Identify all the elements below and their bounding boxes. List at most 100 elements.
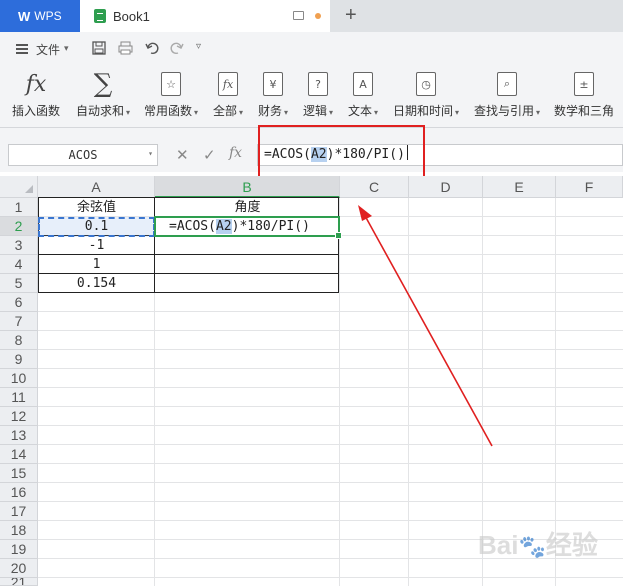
math-doc-icon: ± (574, 72, 594, 96)
chevron-down-icon[interactable]: ▾ (148, 149, 153, 158)
print-icon[interactable] (118, 41, 133, 55)
column-header-e[interactable]: E (483, 176, 556, 198)
gridline (408, 198, 409, 586)
spreadsheet-icon (94, 9, 106, 23)
name-box[interactable]: ACOS ▾ (8, 144, 158, 166)
formula-ribbon: fx 插入函数 ∑ 自动求和 ▾ ☆ 常用函数 ▾ fx 全部 ▾ ¥ 财务 ▾ ? 逻… (0, 64, 623, 128)
cell-b2-text: )*180/PI() (231, 219, 310, 234)
question-doc-icon: ? (308, 72, 329, 96)
date-time-button[interactable]: ◷ 日期和时间 ▾ (393, 70, 459, 119)
select-all-corner[interactable] (0, 176, 38, 198)
row-header-2[interactable]: 2 (0, 217, 38, 236)
row-header-21[interactable]: 21 (0, 578, 38, 586)
autosum-button[interactable]: ∑ 自动求和 ▾ (76, 69, 130, 119)
ribbon-label: 自动求和 (76, 104, 125, 118)
file-menu[interactable]: 文件 ▾ (16, 41, 69, 57)
save-icon[interactable] (92, 41, 106, 55)
column-header-b[interactable]: B (155, 176, 340, 198)
column-header-d[interactable]: D (409, 176, 483, 198)
gridline (38, 501, 623, 502)
star-doc-icon: ☆ (161, 72, 182, 96)
row-header-12[interactable]: 12 (0, 407, 38, 426)
gridline (38, 311, 623, 312)
clock-doc-icon: ◷ (416, 72, 437, 96)
ribbon-label: 查找与引用 (474, 104, 535, 118)
watermark-logo: Bai🐾经验 (478, 530, 598, 560)
gridline (38, 577, 623, 578)
lookup-reference-button[interactable]: ⌕ 查找与引用 ▾ (474, 70, 540, 119)
row-header-13[interactable]: 13 (0, 426, 38, 445)
row-header-18[interactable]: 18 (0, 521, 38, 540)
cell-b2[interactable]: =ACOS(A2)*180/PI() (157, 217, 337, 236)
row-header-17[interactable]: 17 (0, 502, 38, 521)
ribbon-label: 全部 (213, 104, 238, 118)
unsaved-dot-icon (315, 13, 321, 19)
row-header-5[interactable]: 5 (0, 274, 38, 293)
row-header-20[interactable]: 20 (0, 559, 38, 578)
cell-b2-text: =ACOS( (169, 219, 216, 234)
ribbon-label: 插入函数 (12, 104, 61, 118)
insert-function-button[interactable]: fx 插入函数 (12, 70, 60, 119)
document-tab[interactable]: Book1 (80, 0, 330, 32)
wps-home-tab[interactable]: W WPS (0, 0, 80, 32)
monitor-icon[interactable] (293, 11, 304, 20)
cancel-icon[interactable]: ✕ (176, 146, 189, 164)
gridline (38, 330, 623, 331)
logical-button[interactable]: ? 逻辑 ▾ (303, 70, 333, 119)
gridline (38, 349, 623, 350)
search-doc-icon: ⌕ (497, 72, 518, 96)
cell-a1[interactable]: 余弦值 (38, 198, 155, 217)
cell-b2-reference: A2 (215, 219, 232, 234)
financial-button[interactable]: ¥ 财务 ▾ (258, 70, 288, 119)
row-header-9[interactable]: 9 (0, 350, 38, 369)
undo-icon[interactable] (145, 41, 159, 55)
all-functions-button[interactable]: fx 全部 ▾ (213, 70, 243, 119)
row-header-10[interactable]: 10 (0, 369, 38, 388)
ribbon-label: 财务 (258, 104, 283, 118)
cell-a4[interactable]: 1 (38, 255, 155, 274)
formula-text: =ACOS( (264, 147, 311, 162)
row-header-11[interactable]: 11 (0, 388, 38, 407)
formula-text: )*180/PI() (326, 147, 405, 162)
column-header-a[interactable]: A (38, 176, 155, 198)
ribbon-label: 逻辑 (303, 104, 328, 118)
new-tab-button[interactable]: + (345, 4, 357, 27)
ribbon-label: 常用函数 (144, 104, 193, 118)
cell-a5[interactable]: 0.154 (38, 274, 155, 293)
chevron-down-icon: ▾ (64, 44, 69, 54)
quick-menu-bar: 文件 ▾ ▿ (0, 32, 623, 64)
gridline (38, 387, 623, 388)
row-header-7[interactable]: 7 (0, 312, 38, 331)
row-header-16[interactable]: 16 (0, 483, 38, 502)
row-header-19[interactable]: 19 (0, 540, 38, 559)
hamburger-icon (16, 44, 28, 54)
row-header-1[interactable]: 1 (0, 198, 38, 217)
ribbon-label: 日期和时间 (393, 104, 454, 118)
text-functions-button[interactable]: A 文本 ▾ (348, 70, 378, 119)
gridline (38, 368, 623, 369)
cell-a2[interactable]: 0.1 (38, 217, 155, 236)
confirm-check-icon[interactable]: ✓ (203, 146, 216, 164)
row-header-3[interactable]: 3 (0, 236, 38, 255)
column-header-c[interactable]: C (340, 176, 409, 198)
gridline (339, 198, 340, 586)
column-header-f[interactable]: F (556, 176, 623, 198)
row-header-6[interactable]: 6 (0, 293, 38, 312)
row-header-8[interactable]: 8 (0, 331, 38, 350)
row-header-4[interactable]: 4 (0, 255, 38, 274)
gridline (38, 520, 623, 521)
formula-reference: A2 (310, 147, 327, 162)
customize-chevron-icon[interactable]: ▿ (196, 41, 201, 52)
math-trig-button[interactable]: ± 数学和三角 (554, 70, 614, 119)
redo-icon[interactable] (170, 41, 184, 55)
formula-input[interactable]: =ACOS(A2)*180/PI() (257, 144, 623, 166)
file-menu-label: 文件 (36, 42, 61, 57)
insert-function-fx-icon[interactable]: fx (229, 145, 242, 161)
document-tab-label: Book1 (113, 8, 150, 24)
ribbon-label: 文本 (348, 104, 373, 118)
row-header-14[interactable]: 14 (0, 445, 38, 464)
common-functions-button[interactable]: ☆ 常用函数 ▾ (144, 70, 198, 119)
cell-b1[interactable]: 角度 (155, 198, 340, 217)
row-header-15[interactable]: 15 (0, 464, 38, 483)
cell-a3[interactable]: -1 (38, 236, 155, 255)
